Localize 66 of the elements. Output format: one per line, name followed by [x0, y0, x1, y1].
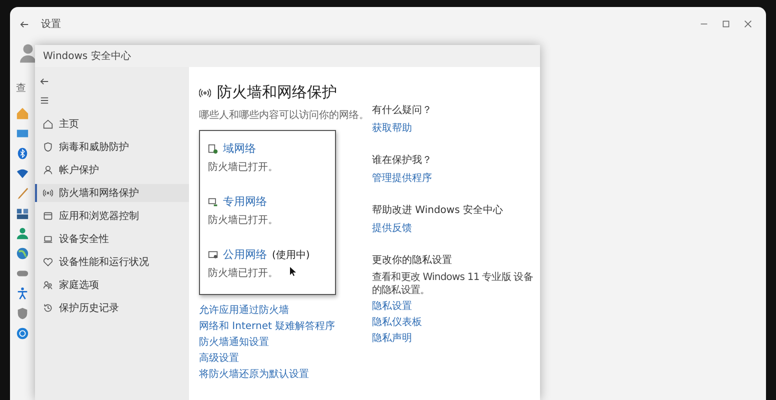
heart-icon — [43, 257, 53, 267]
in-use-label: (使用中) — [272, 248, 310, 262]
nav-item[interactable]: 主页 — [35, 115, 189, 133]
page-subtitle: 哪些人和哪些内容可以访问你的网络。 — [199, 108, 364, 122]
nav-item[interactable]: 家庭选项 — [35, 276, 189, 294]
bluetooth-icon[interactable] — [16, 147, 29, 160]
nav-item[interactable]: 设备性能和运行状况 — [35, 253, 189, 271]
home-icon — [43, 119, 53, 129]
network-link[interactable]: 公用网络 — [223, 247, 267, 262]
section-text: 查看和更改 Windows 11 专业版 设备的隐私设置。 — [372, 271, 534, 297]
settings-link[interactable]: 防火墙通知设置 — [199, 335, 364, 349]
help-link[interactable]: 隐私设置 — [372, 299, 540, 313]
laptop-icon — [43, 234, 53, 244]
computer-icon — [208, 144, 218, 154]
network-link[interactable]: 域网络 — [223, 141, 256, 156]
monitor-icon — [208, 250, 218, 260]
apps-icon[interactable] — [16, 207, 29, 220]
nav-item[interactable]: 病毒和威胁防护 — [35, 138, 189, 156]
settings-link[interactable]: 将防火墙还原为默认设置 — [199, 367, 364, 381]
nav-item[interactable]: 设备安全性 — [35, 230, 189, 248]
help-link[interactable]: 隐私声明 — [372, 331, 540, 345]
settings-link[interactable]: 高级设置 — [199, 351, 364, 365]
shield-icon[interactable] — [16, 307, 29, 320]
avatar-icon — [20, 43, 36, 63]
firewall-status: 防火墙已打开。 — [208, 214, 278, 227]
person-icon[interactable] — [16, 227, 29, 240]
firewall-status: 防火墙已打开。 — [208, 266, 278, 280]
brush-icon[interactable] — [16, 187, 29, 200]
section-heading: 帮助改进 Windows 安全中心 — [372, 204, 504, 217]
family-icon — [43, 280, 53, 290]
back-arrow-icon[interactable] — [40, 77, 49, 86]
page-title: 防火墙和网络保护 — [217, 83, 337, 102]
wifi-icon[interactable] — [16, 167, 29, 180]
section-heading: 有什么疑问？ — [372, 104, 433, 117]
settings-link[interactable]: 网络和 Internet 疑难解答程序 — [199, 319, 364, 333]
window-title: 设置 — [41, 18, 61, 31]
help-link[interactable]: 隐私仪表板 — [372, 315, 540, 329]
settings-link[interactable]: 允许应用通过防火墙 — [199, 303, 364, 317]
nav-item[interactable]: 保护历史记录 — [35, 299, 189, 317]
globe-icon[interactable] — [16, 247, 29, 260]
mouse-cursor-icon — [290, 267, 296, 276]
accessibility-icon[interactable] — [16, 287, 29, 300]
history-icon — [43, 303, 53, 313]
section-heading: 谁在保护我？ — [372, 154, 433, 167]
person-icon — [43, 165, 53, 175]
shield-icon — [43, 142, 53, 152]
nav-item[interactable]: 帐户保护 — [35, 161, 189, 179]
antenna-icon — [43, 188, 53, 198]
help-link[interactable]: 获取帮助 — [372, 121, 540, 135]
window-icon — [43, 211, 53, 221]
antenna-icon — [199, 86, 211, 98]
help-link[interactable]: 提供反馈 — [372, 221, 540, 235]
monitor-icon[interactable] — [16, 127, 29, 140]
firewall-status: 防火墙已打开。 — [208, 160, 278, 174]
close-icon[interactable] — [744, 20, 752, 28]
window-title: Windows 安全中心 — [35, 45, 540, 67]
maximize-icon[interactable] — [722, 20, 730, 28]
search-field[interactable]: 查 — [16, 81, 26, 95]
computer-icon — [208, 196, 218, 206]
nav-item[interactable]: 防火墙和网络保护 — [35, 184, 189, 202]
help-link[interactable]: 管理提供程序 — [372, 171, 540, 185]
menu-icon[interactable] — [40, 96, 49, 105]
network-link[interactable]: 专用网络 — [223, 194, 267, 209]
back-arrow-icon[interactable] — [20, 20, 29, 28]
nav-item[interactable]: 应用和浏览器控制 — [35, 207, 189, 225]
section-heading: 更改你的隐私设置 — [372, 254, 453, 267]
